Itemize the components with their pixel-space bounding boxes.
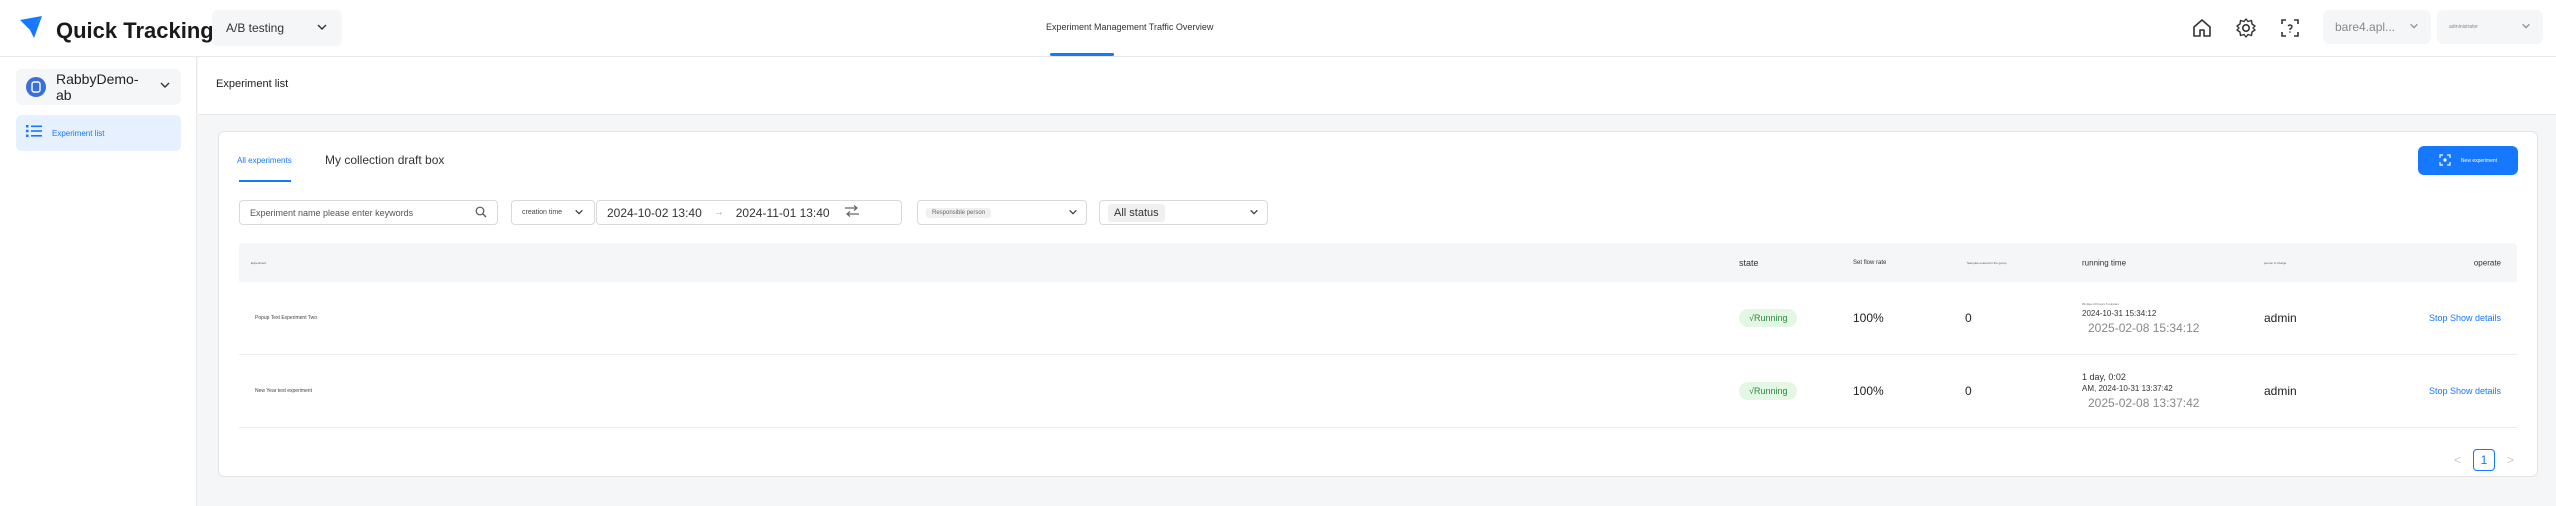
running-duration: 1 day, 0:02 (2082, 372, 2126, 382)
product-select-label: A/B testing (226, 21, 285, 35)
app-select[interactable]: RabbyDemo-ab (16, 69, 181, 105)
col-running-time: running time (2082, 258, 2127, 267)
app-icon (26, 77, 46, 97)
col-name: Experiment (251, 260, 267, 265)
logo[interactable]: Quick Tracking (16, 12, 214, 49)
sidebar-item-label: Experiment list (52, 128, 105, 138)
owner-name: admin (2264, 311, 2297, 325)
time-type-label: creation time (522, 209, 563, 216)
status-chip: All status (1108, 203, 1165, 222)
user-select[interactable]: administrator (2437, 10, 2543, 44)
status-badge: √Running (1739, 382, 1798, 400)
experiment-name[interactable]: New Year test experiment (255, 388, 312, 394)
user-select-label: administrator (2449, 24, 2478, 30)
experiment-name[interactable]: Popup Text Experiment Two (255, 315, 317, 321)
status-select[interactable]: All status (1099, 200, 1268, 225)
next-page-button[interactable]: > (2507, 453, 2514, 467)
table-row: Popup Text Experiment Two √Running 100% … (239, 282, 2517, 355)
calendar-swap-icon[interactable] (844, 205, 860, 220)
time-type-select[interactable]: creation time (511, 200, 595, 225)
sample-count: 0 (1965, 384, 1972, 398)
chevron-down-icon (1249, 204, 1259, 222)
table-header: Experiment state Set flow rate Samples e… (239, 243, 2517, 282)
chevron-down-icon (159, 78, 171, 96)
col-owner: person in charge (2264, 260, 2287, 265)
chevron-down-icon (2521, 21, 2531, 33)
date-end[interactable]: 2024-11-01 13:40 (736, 206, 830, 220)
row-actions[interactable]: Stop Show details (2429, 386, 2501, 396)
chevron-down-icon (1068, 204, 1078, 222)
col-samples: Samples entered in the group (1967, 260, 2007, 265)
start-time: AM, 2024-10-31 13:37:42 (2082, 384, 2173, 393)
flow-rate: 100% (1853, 311, 1884, 325)
scan-icon[interactable] (2277, 15, 2303, 41)
date-start[interactable]: 2024-10-02 13:40 (607, 206, 702, 220)
row-actions[interactable]: Stop Show details (2429, 313, 2501, 323)
top-bar: Quick Tracking A/B testing Experiment Ma… (0, 0, 2556, 57)
owner-name: admin (2264, 384, 2297, 398)
new-experiment-label: New experiment (2460, 157, 2498, 164)
chevron-down-icon (2409, 20, 2419, 34)
app-name: RabbyDemo-ab (56, 71, 139, 103)
home-icon[interactable] (2189, 15, 2215, 41)
end-time: 2025-02-08 15:34:12 (2088, 321, 2200, 335)
tab-traffic-overview[interactable]: Experiment Management Traffic Overview (1046, 22, 1213, 32)
search-icon (475, 206, 487, 220)
page-number[interactable]: 1 (2473, 449, 2496, 471)
table-row: New Year test experiment √Running 100% 0… (239, 355, 2517, 428)
prev-page-button[interactable]: < (2454, 453, 2461, 467)
page-header: Experiment list (198, 57, 2556, 115)
date-separator: → (713, 207, 724, 218)
status-badge: √Running (1739, 309, 1798, 327)
sidebar: RabbyDemo-ab Experiment list (0, 57, 197, 506)
sample-count: 0 (1965, 311, 1972, 325)
active-tab-indicator (1050, 53, 1114, 56)
search-input[interactable]: Experiment name please enter keywords (239, 200, 498, 225)
chevron-down-icon (316, 21, 328, 36)
domain-select-label: bare4.apl... (2335, 20, 2396, 34)
owner-chip: Responsible person (926, 207, 992, 218)
running-duration: 99 days 23 hours 6 minutes (2082, 302, 2119, 306)
new-experiment-button[interactable]: New experiment (2418, 146, 2518, 175)
date-range-picker[interactable]: 2024-10-02 13:40 → 2024-11-01 13:40 (596, 200, 902, 225)
pagination: < 1 > (2454, 449, 2514, 471)
tab-my-collection[interactable]: My collection draft box (325, 153, 444, 167)
tab-all-experiments[interactable]: All experiments (237, 156, 292, 165)
chevron-down-icon (574, 207, 584, 219)
page-title: Experiment list (216, 78, 289, 90)
col-state: state (1739, 257, 1759, 268)
owner-select[interactable]: Responsible person (917, 200, 1087, 225)
app-title: Quick Tracking (56, 17, 214, 43)
flow-rate: 100% (1853, 384, 1884, 398)
start-time: 2024-10-31 15:34:12 (2082, 309, 2157, 318)
search-placeholder: Experiment name please enter keywords (250, 207, 414, 218)
experiment-card: All experiments My collection draft box … (218, 131, 2538, 477)
logo-icon (16, 12, 48, 49)
running-time: 1 day, 0:02 AM, 2024-10-31 13:37:42 2025… (2082, 371, 2199, 411)
product-select[interactable]: A/B testing (212, 10, 342, 46)
end-time: 2025-02-08 13:37:42 (2088, 396, 2200, 410)
col-operate: operate (2473, 258, 2501, 267)
running-time: 99 days 23 hours 6 minutes 2024-10-31 15… (2082, 300, 2199, 336)
experiment-icon (2439, 153, 2451, 168)
experiment-table: Experiment state Set flow rate Samples e… (239, 243, 2517, 428)
active-tab-indicator (239, 180, 291, 182)
col-flow-rate: Set flow rate (1853, 259, 1887, 266)
domain-select[interactable]: bare4.apl... (2323, 10, 2431, 44)
list-icon (26, 124, 42, 143)
sidebar-item-experiment-list[interactable]: Experiment list (16, 115, 181, 151)
gear-icon[interactable] (2233, 15, 2259, 41)
